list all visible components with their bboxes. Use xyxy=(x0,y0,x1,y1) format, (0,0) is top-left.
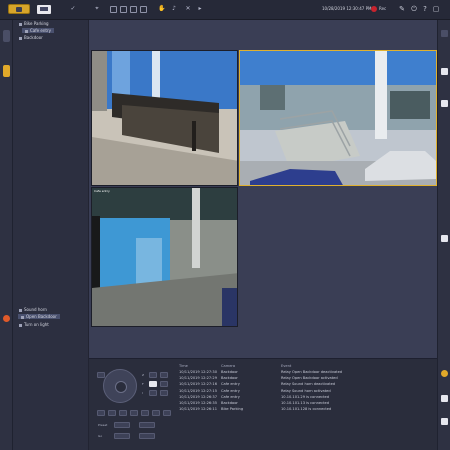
video-tile-cafe-stairs[interactable] xyxy=(239,50,437,186)
cut-icon[interactable]: ⌖ xyxy=(94,6,100,12)
tile-label: Cafe entry xyxy=(94,189,110,193)
event-panel: Z F I Preset Go Time Camera Event 10/11/… xyxy=(89,358,437,450)
layout-1-icon[interactable] xyxy=(110,6,117,13)
action-item-turn-on-light[interactable]: Turn on light xyxy=(19,322,49,327)
preset-3-button[interactable] xyxy=(119,410,127,416)
record-icon[interactable] xyxy=(371,6,377,12)
preset-select[interactable] xyxy=(114,422,130,428)
logo-icon[interactable] xyxy=(8,4,30,14)
table-row[interactable]: 10/11/2019 12:26:11 Bike Parking 10.10.1… xyxy=(177,406,432,412)
action-bullet-icon xyxy=(19,323,22,327)
preset-7-button[interactable] xyxy=(163,410,171,416)
edit-icon[interactable]: ✎ xyxy=(398,5,406,13)
camera-label: Bike Parking xyxy=(24,21,49,26)
filter-icon[interactable] xyxy=(441,418,448,425)
hand-icon[interactable]: ✋ xyxy=(158,6,165,12)
cell-camera: Bike Parking xyxy=(221,407,244,412)
right-rail xyxy=(437,20,450,450)
camera-bullet-icon xyxy=(19,36,22,40)
action-bullet-icon xyxy=(21,315,24,319)
action-label: Sound horn xyxy=(24,307,47,312)
preset-5-button[interactable] xyxy=(141,410,149,416)
hand-tool-icon[interactable] xyxy=(441,68,448,75)
snapshot-icon[interactable] xyxy=(441,100,448,107)
action-label: Turn on light xyxy=(24,322,49,327)
help-icon[interactable]: ? xyxy=(421,5,429,13)
camera-item-cafe-entry[interactable]: Cafe entry xyxy=(22,28,54,33)
preset-2-button[interactable] xyxy=(108,410,116,416)
tour-select[interactable] xyxy=(114,433,130,439)
video-tile-empty[interactable] xyxy=(239,187,437,327)
preset-label: Preset xyxy=(98,423,108,427)
preset-6-button[interactable] xyxy=(152,410,160,416)
focus-label: F xyxy=(142,382,144,386)
camera-feed-image xyxy=(92,188,237,326)
collapse-icon[interactable] xyxy=(3,30,10,42)
ptz-control: Z F I Preset Go xyxy=(94,364,172,448)
preset-1-button[interactable] xyxy=(97,410,105,416)
iris-open-button[interactable] xyxy=(149,390,157,396)
preset-save-button[interactable] xyxy=(139,422,155,428)
ptz-home-button[interactable] xyxy=(97,372,105,378)
export-icon[interactable] xyxy=(441,395,448,402)
action-bullet-icon xyxy=(19,308,22,312)
ptz-icon[interactable]: ✕ xyxy=(185,6,191,12)
panel-toggle-icon[interactable] xyxy=(441,235,448,242)
left-rail xyxy=(0,20,13,450)
layout-4-icon[interactable] xyxy=(120,6,127,13)
side-panel: Bike Parking Cafe entry Backdoor Sound h… xyxy=(13,20,89,450)
rec-label: Rec xyxy=(379,6,387,11)
top-toolbar: ✓ ⌖ ✋ ♪ ✕ ▸ 10/28/2019 12:30:47 PM Rec ✎… xyxy=(0,0,450,20)
cell-time: 10/11/2019 12:26:11 xyxy=(179,407,217,412)
camera-bullet-icon xyxy=(25,29,28,33)
camera-label: Cafe entry xyxy=(30,28,51,33)
iris-label: I xyxy=(142,391,143,395)
cell-event: 10.10.101.128 is connected xyxy=(281,407,332,412)
audio-icon[interactable]: ♪ xyxy=(171,6,177,12)
focus-far-button[interactable] xyxy=(160,381,168,387)
actions-tab-icon[interactable] xyxy=(3,315,10,322)
expand-icon[interactable] xyxy=(441,30,448,37)
datetime-display: 10/28/2019 12:30:47 PM xyxy=(322,6,372,11)
video-grid: Cafe entry xyxy=(89,20,437,358)
alarm-icon[interactable] xyxy=(441,370,448,377)
event-log-table: Time Camera Event 10/11/2019 12:27:30 Ba… xyxy=(177,363,432,412)
cameras-tab-icon[interactable] xyxy=(3,65,10,77)
zoom-in-button[interactable] xyxy=(149,372,157,378)
action-item-sound-horn[interactable]: Sound horn xyxy=(19,307,47,312)
zoom-label: Z xyxy=(142,373,145,377)
video-tile-bike-parking[interactable] xyxy=(91,50,238,186)
action-label: Open Backdoor xyxy=(26,314,57,319)
camera-bullet-icon xyxy=(19,22,22,26)
ptz-joystick[interactable] xyxy=(103,369,137,403)
tour-go-button[interactable] xyxy=(139,433,155,439)
layout-16-icon[interactable] xyxy=(140,6,147,13)
camera-feed-image xyxy=(240,51,436,185)
go-label: Go xyxy=(98,434,103,438)
next-icon[interactable]: ▸ xyxy=(197,6,203,12)
camera-item-backdoor[interactable]: Backdoor xyxy=(19,35,43,40)
iris-close-button[interactable] xyxy=(160,390,168,396)
camera-feed-image xyxy=(92,51,237,185)
camera-label: Backdoor xyxy=(24,35,43,40)
camera-item-bike-parking[interactable]: Bike Parking xyxy=(19,21,49,26)
zoom-out-button[interactable] xyxy=(160,372,168,378)
focus-near-button[interactable] xyxy=(149,381,157,387)
video-tile-backdoor[interactable]: Cafe entry xyxy=(91,187,238,327)
tab-icon[interactable] xyxy=(37,5,51,14)
layout-9-icon[interactable] xyxy=(130,6,137,13)
power-icon[interactable]: ⏻ xyxy=(410,5,418,13)
check-icon[interactable]: ✓ xyxy=(70,6,76,12)
window-icon[interactable]: ▢ xyxy=(432,5,440,13)
preset-4-button[interactable] xyxy=(130,410,138,416)
action-item-open-backdoor[interactable]: Open Backdoor xyxy=(18,314,60,319)
